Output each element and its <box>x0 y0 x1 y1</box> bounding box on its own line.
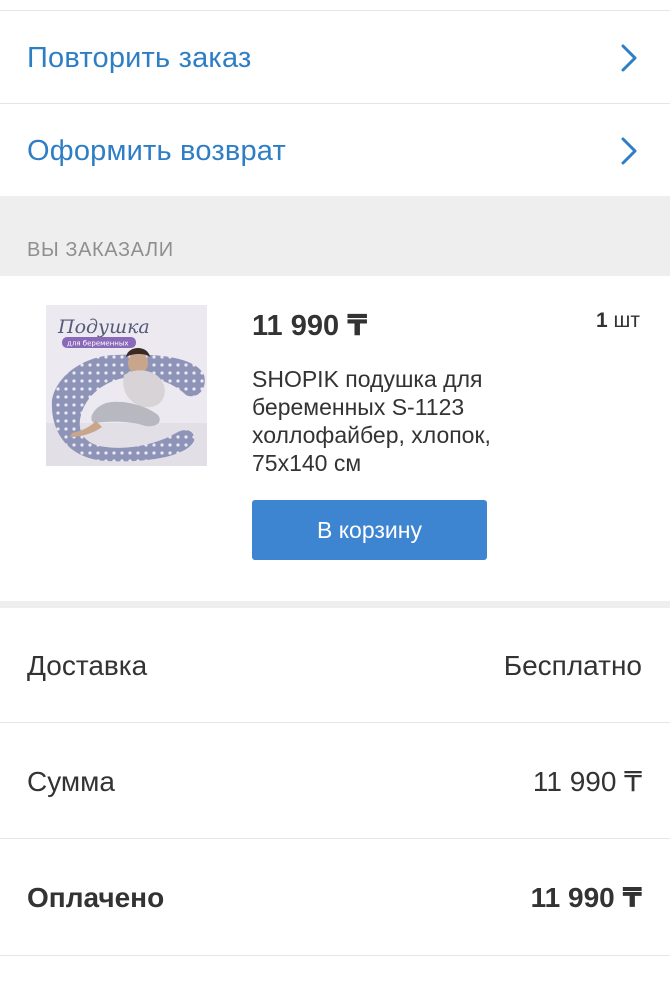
product-name[interactable]: SHOPIK подушка для беременных S-1123 хол… <box>252 365 542 477</box>
ordered-section-header: ВЫ ЗАКАЗАЛИ <box>0 196 670 276</box>
chevron-right-icon <box>620 43 638 73</box>
divider <box>0 722 670 723</box>
divider <box>0 838 670 839</box>
make-return-row[interactable]: Оформить возврат <box>0 105 670 197</box>
add-to-cart-button[interactable]: В корзину <box>252 500 487 560</box>
chevron-right-icon <box>620 136 638 166</box>
quantity-number: 1 <box>596 309 608 332</box>
section-divider <box>0 601 670 608</box>
delivery-row: Доставка Бесплатно <box>0 608 670 723</box>
product-quantity: 1 шт <box>596 309 640 333</box>
repeat-order-row[interactable]: Повторить заказ <box>0 12 670 104</box>
product-image[interactable]: Подушка для беременных <box>46 305 207 466</box>
sum-row: Сумма 11 990 ₸ <box>0 724 670 839</box>
product-price: 11 990 ₸ <box>252 310 368 342</box>
quantity-unit: шт <box>613 309 640 332</box>
divider <box>0 955 670 956</box>
paid-label: Оплачено <box>27 881 165 913</box>
make-return-label: Оформить возврат <box>27 134 286 167</box>
sum-label: Сумма <box>27 765 115 797</box>
sum-value: 11 990 ₸ <box>532 766 642 797</box>
divider <box>0 10 670 11</box>
product-image-subtitle: для беременных <box>67 340 129 348</box>
product-card: Подушка для беременных 11 990 ₸ 1 шт SHO… <box>0 276 670 601</box>
ordered-section-title: ВЫ ЗАКАЗАЛИ <box>27 239 174 261</box>
product-image-title: Подушка <box>57 316 150 338</box>
delivery-label: Доставка <box>27 649 148 681</box>
paid-value: 11 990 ₸ <box>530 882 642 913</box>
paid-row: Оплачено 11 990 ₸ <box>0 840 670 955</box>
delivery-value: Бесплатно <box>503 649 642 681</box>
divider <box>0 103 670 104</box>
repeat-order-label: Повторить заказ <box>27 41 252 74</box>
order-details-page: Повторить заказ Оформить возврат ВЫ ЗАКА… <box>0 0 670 999</box>
